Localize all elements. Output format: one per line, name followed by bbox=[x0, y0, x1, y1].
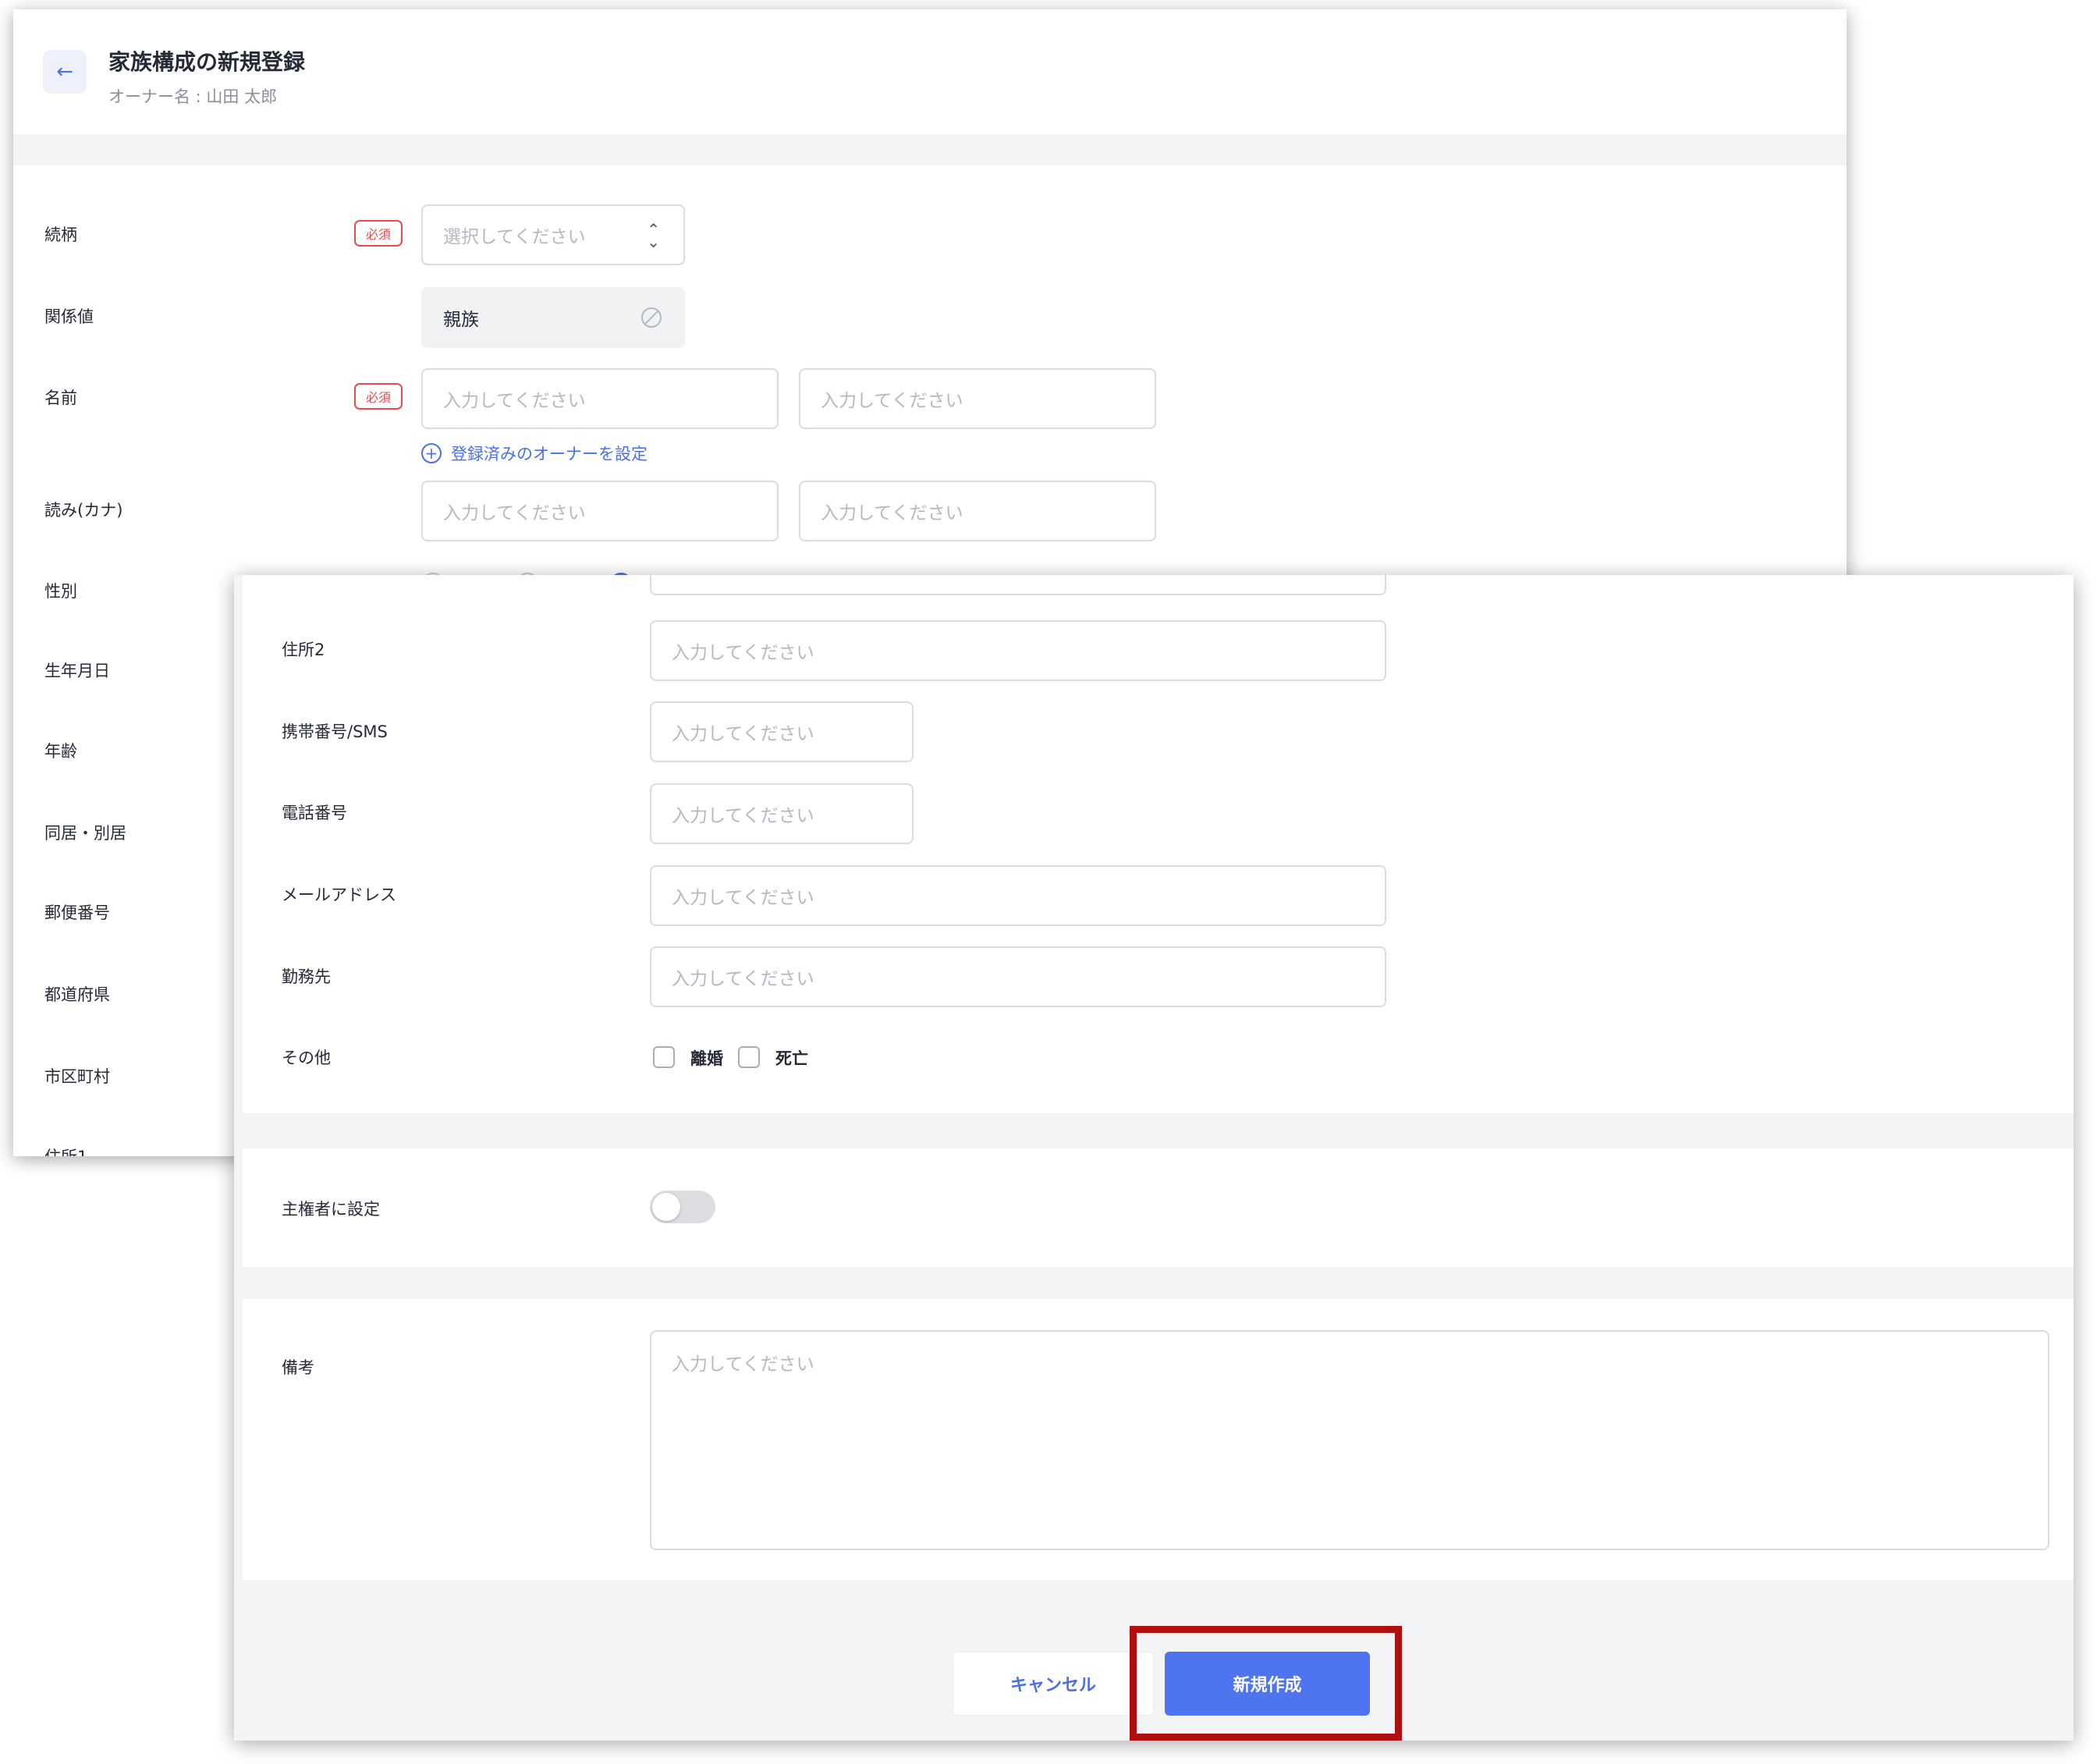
cancel-button[interactable]: キャンセル bbox=[953, 1652, 1154, 1716]
notes-card: 備考 入力してください bbox=[243, 1299, 2074, 1580]
relation-value-field: 親族 bbox=[421, 287, 685, 348]
divorce-label: 離婚 bbox=[690, 1049, 723, 1068]
main-holder-toggle[interactable] bbox=[650, 1191, 715, 1223]
postal-code-label: 郵便番号 bbox=[44, 903, 110, 922]
prefecture-label: 都道府県 bbox=[44, 985, 110, 1004]
deceased-label: 死亡 bbox=[775, 1049, 808, 1068]
notes-textarea[interactable]: 入力してください bbox=[650, 1330, 2049, 1550]
back-button[interactable]: ← bbox=[43, 50, 87, 94]
notes-placeholder: 入力してください bbox=[672, 1354, 814, 1375]
set-registered-owner-text: 登録済みのオーナーを設定 bbox=[451, 445, 648, 463]
relationship-placeholder: 選択してください bbox=[443, 227, 586, 247]
living-label: 同居・別居 bbox=[44, 824, 126, 843]
required-badge: 必須 bbox=[354, 220, 403, 247]
main-holder-label: 主権者に設定 bbox=[282, 1200, 380, 1219]
city-label: 市区町村 bbox=[44, 1067, 110, 1086]
create-button[interactable]: 新規作成 bbox=[1165, 1652, 1370, 1716]
toggle-knob bbox=[652, 1193, 680, 1221]
gender-label: 性別 bbox=[44, 582, 77, 601]
address2-placeholder: 入力してください bbox=[672, 643, 814, 663]
owner-name: オーナー名 : 山田 太郎 bbox=[108, 87, 278, 106]
phone-input[interactable]: 入力してください bbox=[650, 783, 914, 844]
relation-value: 親族 bbox=[443, 310, 479, 330]
birthday-label: 生年月日 bbox=[44, 662, 110, 680]
phone-placeholder: 入力してください bbox=[672, 806, 814, 826]
first-name-kana-placeholder: 入力してください bbox=[821, 503, 963, 524]
relation-value-label: 関係値 bbox=[44, 307, 94, 326]
kana-label: 読み(カナ) bbox=[44, 501, 123, 520]
first-name-kana-input[interactable]: 入力してください bbox=[799, 481, 1156, 541]
email-input[interactable]: 入力してください bbox=[650, 865, 1386, 926]
workplace-input[interactable]: 入力してください bbox=[650, 946, 1386, 1007]
notes-label: 備考 bbox=[282, 1358, 314, 1377]
main-holder-card: 主権者に設定 bbox=[243, 1148, 2074, 1267]
address1-input[interactable] bbox=[650, 575, 1386, 595]
name-label: 名前 bbox=[44, 389, 77, 407]
plus-circle-icon: + bbox=[421, 443, 442, 463]
relationship-label: 続柄 bbox=[44, 225, 77, 244]
first-name-input[interactable]: 入力してください bbox=[799, 368, 1156, 429]
mobile-input[interactable]: 入力してください bbox=[650, 701, 914, 762]
chevron-up-down-icon: ⌃ ⌄ bbox=[647, 220, 660, 251]
page-header: ← 家族構成の新規登録 オーナー名 : 山田 太郎 bbox=[13, 9, 1847, 134]
phone-label: 電話番号 bbox=[282, 804, 347, 822]
last-name-kana-input[interactable]: 入力してください bbox=[421, 481, 779, 541]
address1-label: 住所1 bbox=[44, 1145, 87, 1156]
mobile-placeholder: 入力してください bbox=[672, 724, 814, 744]
age-label: 年齢 bbox=[44, 742, 77, 761]
last-name-input[interactable]: 入力してください bbox=[421, 368, 779, 429]
other-label: その他 bbox=[282, 1049, 331, 1067]
workplace-label: 勤務先 bbox=[282, 967, 331, 986]
page-title: 家族構成の新規登録 bbox=[108, 49, 306, 75]
first-name-placeholder: 入力してください bbox=[821, 391, 963, 411]
screenshot-stage: ← 家族構成の新規登録 オーナー名 : 山田 太郎 続柄 必須 選択してください… bbox=[0, 0, 2097, 1764]
required-badge: 必須 bbox=[354, 383, 403, 410]
relationship-select[interactable]: 選択してください ⌃ ⌄ bbox=[421, 204, 685, 265]
mobile-label: 携帯番号/SMS bbox=[282, 722, 388, 741]
arrow-left-icon: ← bbox=[56, 60, 73, 83]
address2-label: 住所2 bbox=[282, 641, 325, 659]
workplace-placeholder: 入力してください bbox=[672, 969, 814, 989]
contact-info-card: 住所2 入力してください 携帯番号/SMS 入力してください 電話番号 入力して… bbox=[243, 575, 2074, 1113]
email-placeholder: 入力してください bbox=[672, 888, 814, 908]
address2-input[interactable]: 入力してください bbox=[650, 620, 1386, 681]
last-name-placeholder: 入力してください bbox=[443, 391, 586, 411]
disabled-icon bbox=[641, 307, 662, 328]
set-registered-owner-link[interactable]: + 登録済みのオーナーを設定 bbox=[421, 442, 648, 465]
deceased-checkbox[interactable] bbox=[738, 1046, 760, 1068]
divorce-checkbox[interactable] bbox=[653, 1046, 675, 1068]
email-label: メールアドレス bbox=[282, 886, 396, 904]
last-name-kana-placeholder: 入力してください bbox=[443, 503, 586, 524]
front-window: 住所2 入力してください 携帯番号/SMS 入力してください 電話番号 入力して… bbox=[234, 575, 2074, 1741]
